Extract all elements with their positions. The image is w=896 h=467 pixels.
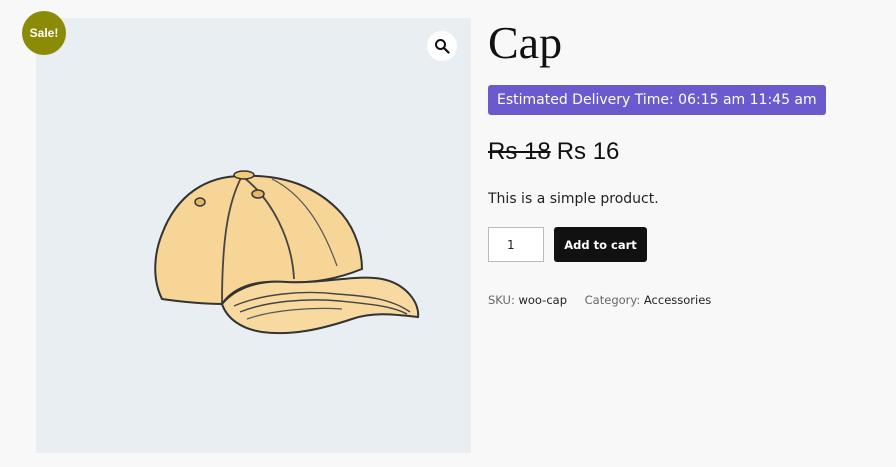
delivery-notice: Estimated Delivery Time: 06:15 am 11:45 …	[488, 85, 826, 115]
sku-value: woo-cap	[518, 293, 567, 307]
short-description: This is a simple product.	[488, 191, 659, 207]
magnifier-icon	[435, 39, 450, 54]
quantity-input[interactable]	[488, 227, 544, 262]
product-price: Rs 18 Rs 16	[488, 136, 619, 168]
regular-price: Rs 18	[488, 138, 551, 165]
category-label: Category:	[584, 293, 641, 307]
product-meta: SKU: woo-cap Category: Accessories	[488, 291, 711, 309]
zoom-button[interactable]	[427, 31, 457, 61]
category-wrapper: Category: Accessories	[585, 293, 712, 307]
sale-badge: Sale!	[22, 11, 66, 55]
sale-price: Rs 16	[556, 138, 620, 165]
sku-label: SKU:	[488, 293, 515, 307]
product-image[interactable]	[122, 154, 422, 344]
category-link[interactable]: Accessories	[644, 293, 711, 307]
product-title: Cap	[488, 17, 563, 68]
add-to-cart-button[interactable]: Add to cart	[554, 227, 647, 262]
sku-wrapper: SKU: woo-cap	[488, 293, 571, 307]
product-gallery	[36, 18, 471, 453]
